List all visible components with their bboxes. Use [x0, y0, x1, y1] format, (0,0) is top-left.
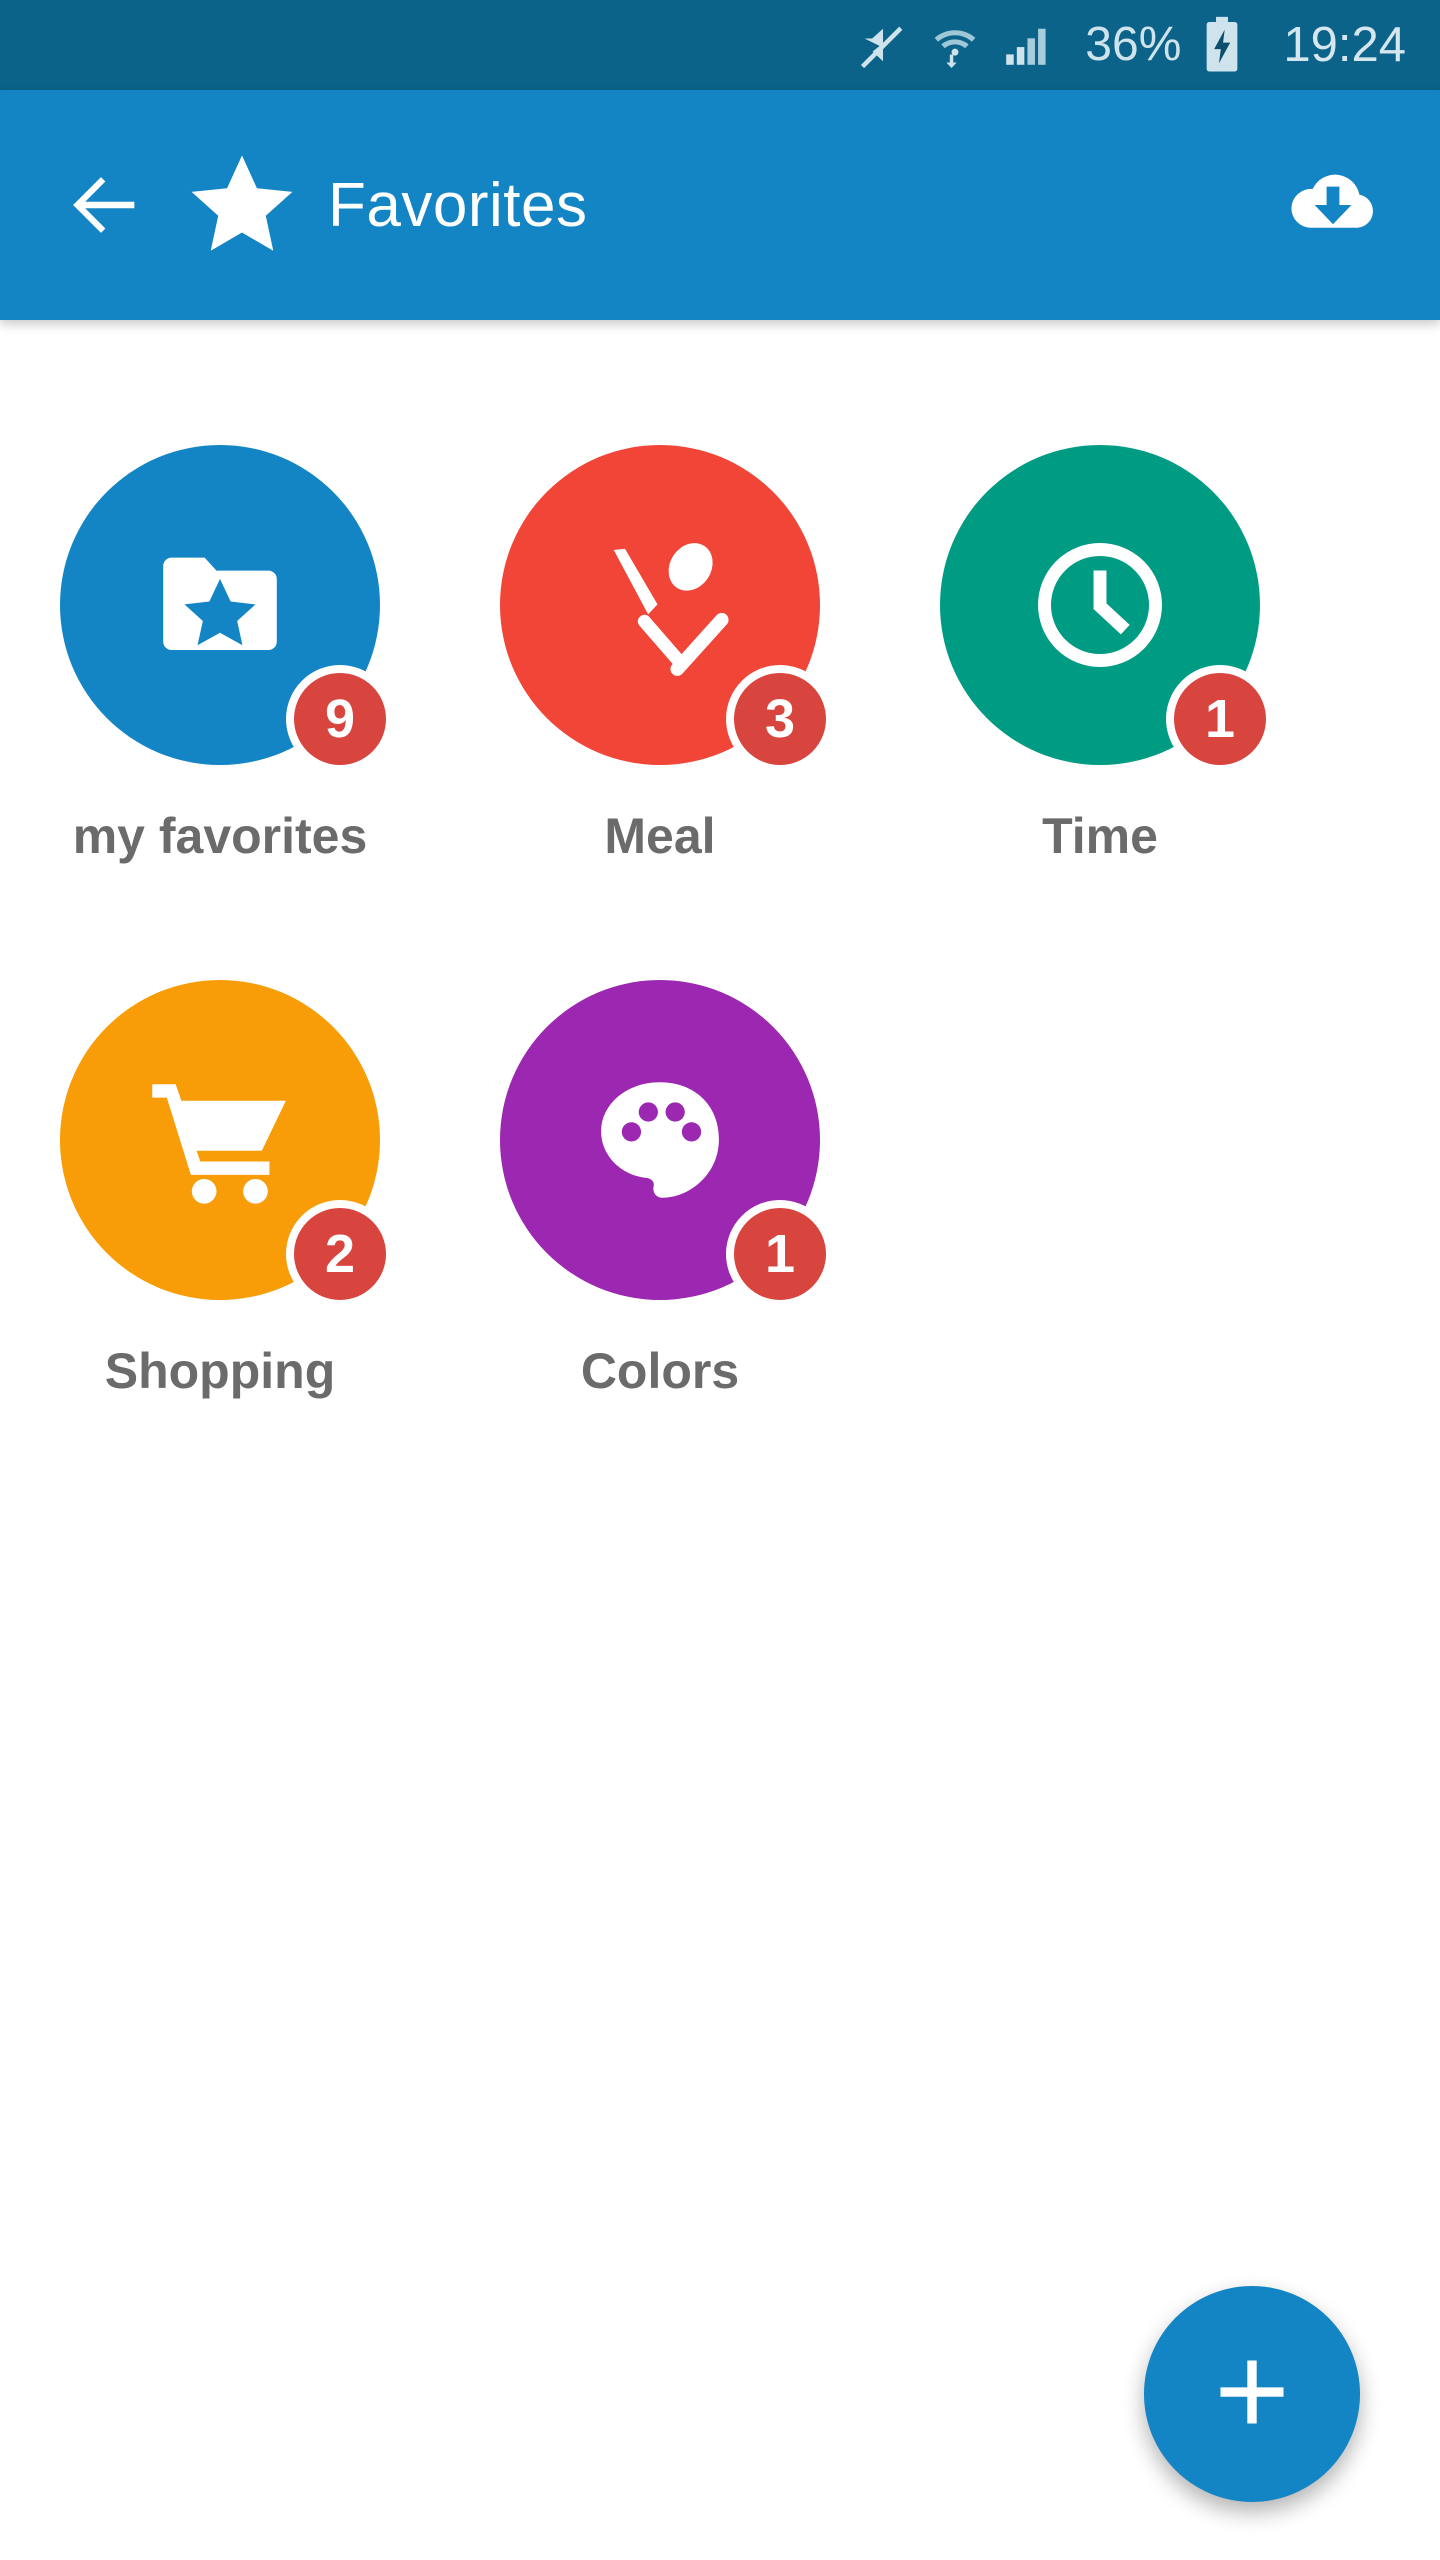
star-icon	[186, 149, 298, 261]
plus-icon	[1207, 2347, 1297, 2442]
grid-item-label: my favorites	[72, 808, 368, 864]
badge-count: 1	[726, 1200, 834, 1308]
badge-count: 1	[1166, 665, 1274, 773]
icon-circle-wrap: 1	[940, 445, 1274, 773]
grid-item-label: Meal	[604, 808, 716, 864]
grid-item-label: Colors	[580, 1343, 740, 1399]
page-title: Favorites	[328, 170, 588, 240]
volume-mute-icon	[857, 19, 909, 71]
grid-item-meal[interactable]: 3 Meal	[440, 445, 880, 980]
favorites-grid: 9 my favorites 3 Meal 1 Time 2 Shopping …	[0, 445, 1440, 1515]
add-button[interactable]	[1144, 2286, 1360, 2502]
content-area: 9 my favorites 3 Meal 1 Time 2 Shopping …	[0, 320, 1440, 2560]
status-bar-clock: 19:24	[1283, 17, 1406, 72]
app-bar: Favorites	[0, 90, 1440, 320]
icon-circle-wrap: 3	[500, 445, 834, 773]
battery-percentage: 36%	[1085, 18, 1182, 71]
badge-count: 9	[286, 665, 394, 773]
grid-item-shopping[interactable]: 2 Shopping	[0, 980, 440, 1515]
cloud-download-icon[interactable]	[1278, 150, 1388, 260]
back-button[interactable]	[50, 150, 160, 260]
icon-circle-wrap: 1	[500, 980, 834, 1308]
grid-item-time[interactable]: 1 Time	[880, 445, 1320, 980]
cellular-signal-icon	[1001, 20, 1051, 70]
badge-count: 3	[726, 665, 834, 773]
grid-item-my-favorites[interactable]: 9 my favorites	[0, 445, 440, 980]
status-bar-icons: 36% 19:24	[857, 16, 1406, 74]
icon-circle-wrap: 9	[60, 445, 394, 773]
phone-screen: 36% 19:24 Favorites 9 my favorites 3 Mea…	[0, 0, 1440, 2560]
battery-charging-icon	[1201, 16, 1243, 74]
wifi-transfer-icon	[929, 19, 981, 71]
status-bar: 36% 19:24	[0, 0, 1440, 90]
icon-circle-wrap: 2	[60, 980, 394, 1308]
grid-item-label: Time	[1042, 808, 1158, 864]
grid-item-colors[interactable]: 1 Colors	[440, 980, 880, 1515]
badge-count: 2	[286, 1200, 394, 1308]
grid-item-label: Shopping	[104, 1343, 336, 1399]
grid-empty-slot	[880, 980, 1320, 1515]
